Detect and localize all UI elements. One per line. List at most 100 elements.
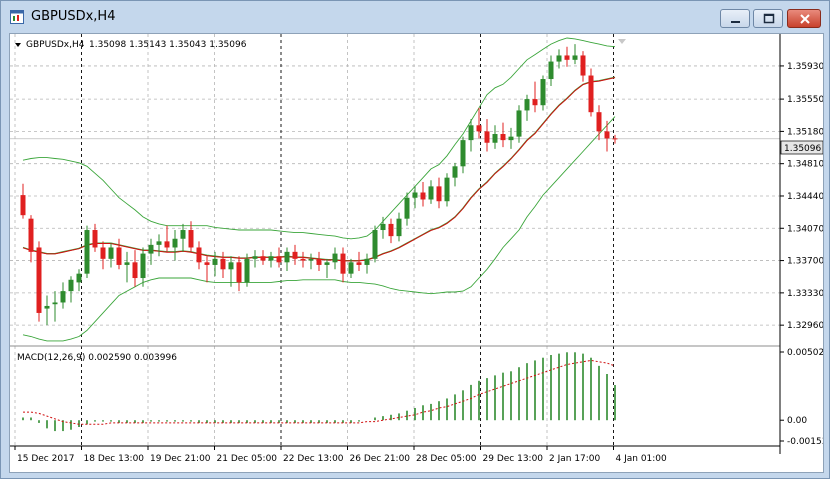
maximize-icon: [763, 13, 775, 24]
candle-body: [548, 61, 554, 80]
candle-body: [76, 273, 82, 283]
candle-body: [500, 134, 506, 141]
candle-body: [228, 262, 234, 270]
candle-body: [332, 253, 338, 263]
candle-body: [340, 253, 346, 274]
candle-body: [476, 125, 482, 132]
shift-marker-icon: [618, 39, 626, 44]
current-price-label: 1.35096: [784, 144, 821, 154]
candle-body: [404, 197, 410, 219]
candle-body: [132, 262, 138, 279]
price-axis-label: 1.35550: [787, 95, 823, 105]
window-title: GBPUSDx,H4: [31, 9, 116, 24]
time-axis-label: 28 Dec 05:00: [416, 454, 477, 464]
candle-body: [260, 256, 266, 261]
candle-body: [492, 134, 498, 143]
price-axis-label: 1.35180: [787, 127, 823, 137]
time-axis-label: 15 Dec 2017: [17, 454, 75, 464]
candle-body: [164, 241, 170, 248]
candle-body: [596, 112, 602, 132]
candle-body: [556, 55, 562, 62]
candle-body: [588, 75, 594, 113]
time-axis-label: 29 Dec 13:00: [483, 454, 544, 464]
candle-body: [388, 223, 394, 237]
candle-body: [308, 258, 314, 261]
candle-body: [300, 258, 306, 261]
candle-body: [508, 136, 514, 141]
candle-body: [356, 262, 362, 265]
candle-body: [412, 192, 418, 198]
candle-body: [268, 256, 274, 261]
macd-axis-label: 0.00: [787, 416, 807, 426]
candle-body: [420, 192, 426, 200]
time-axis-label: 19 Dec 21:00: [150, 454, 211, 464]
candle-body: [172, 238, 178, 248]
time-axis-label: 2 Jan 17:00: [549, 454, 601, 464]
chart-canvas[interactable]: 1.35930 1.35550 1.35180 1.34810 1.34440 1.340…: [10, 34, 823, 472]
candle-body: [68, 279, 74, 292]
candle-body: [140, 253, 146, 279]
candle-body: [452, 166, 458, 178]
candle-body: [516, 110, 522, 137]
time-axis-label: 22 Dec 13:00: [283, 454, 344, 464]
candle-body: [108, 247, 114, 259]
minimize-button[interactable]: [720, 9, 750, 28]
candle-body: [572, 55, 578, 60]
candle-body: [604, 131, 610, 139]
close-icon: [800, 14, 810, 24]
candle-body: [436, 186, 442, 202]
candle-body: [364, 258, 370, 265]
candle-body: [236, 262, 242, 283]
candle-body: [92, 230, 98, 248]
candle-body: [468, 125, 474, 141]
candle-body: [20, 195, 26, 216]
candle-body: [444, 177, 450, 202]
candle-body: [428, 186, 434, 200]
close-button[interactable]: [787, 9, 821, 28]
candle-body: [460, 140, 466, 167]
candle-body: [532, 99, 538, 106]
candle-body: [156, 241, 162, 245]
candle-body: [564, 55, 570, 60]
price-axis-label: 1.34070: [787, 224, 823, 234]
maximize-button[interactable]: [753, 9, 783, 28]
candle-body: [244, 258, 250, 283]
candle-body: [580, 55, 586, 76]
triangle-down-icon[interactable]: [15, 43, 21, 47]
candle-body: [540, 79, 546, 106]
candle-body: [44, 305, 50, 309]
price-axis-label: 1.32960: [787, 321, 823, 331]
candle-body: [188, 230, 194, 248]
candle-body: [52, 302, 58, 305]
candle-body: [100, 247, 106, 259]
minimize-icon: [731, 21, 740, 23]
candle-body: [196, 247, 202, 263]
time-axis-label: 18 Dec 13:00: [84, 454, 145, 464]
macd-axis-label: -0.00153: [787, 437, 823, 447]
candle-body: [220, 258, 226, 270]
candle-body: [252, 256, 258, 259]
time-axis-label: 26 Dec 21:00: [350, 454, 411, 464]
candle-body: [36, 247, 42, 313]
candle-body: [284, 251, 290, 263]
candle-body: [612, 138, 618, 140]
candle-body: [348, 262, 354, 274]
price-axis-label: 1.35930: [787, 62, 823, 72]
symbol-info: GBPUSDx,H4: [26, 40, 85, 50]
price-axis-label: 1.33330: [787, 289, 823, 299]
candle-body: [276, 256, 282, 263]
title-bar[interactable]: GBPUSDx,H4: [1, 1, 829, 33]
candle-body: [212, 258, 218, 265]
candle-body: [396, 218, 402, 237]
time-axis-label: 21 Dec 05:00: [217, 454, 278, 464]
candle-body: [292, 251, 298, 259]
macd-axis-label: 0.00502: [787, 348, 823, 358]
candle-body: [124, 262, 130, 265]
bollinger-lower-line: [22, 116, 616, 342]
price-axis-label: 1.34440: [787, 192, 823, 202]
candle-body: [524, 99, 530, 111]
chart-area[interactable]: 1.35930 1.35550 1.35180 1.34810 1.34440 1.340…: [9, 33, 824, 473]
chart-window: GBPUSDx,H4 1.35930 1.35550 1.35180 1.34810 1…: [0, 0, 830, 479]
candle-body: [180, 230, 186, 239]
candle-body: [484, 131, 490, 143]
